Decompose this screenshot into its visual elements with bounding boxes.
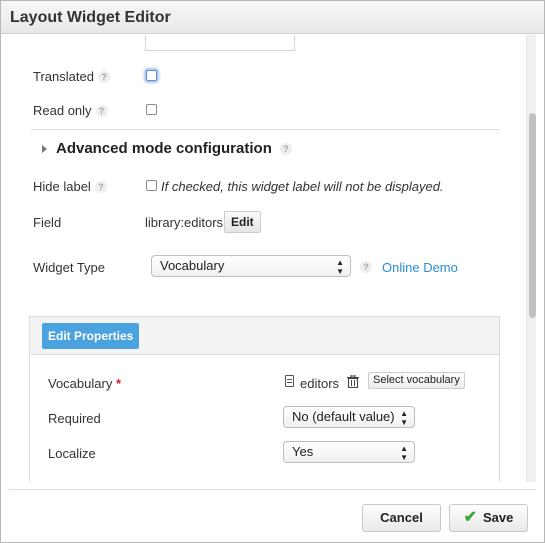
select-arrows-icon: ▲ ▼ <box>400 409 408 427</box>
readonly-label: Read only <box>33 103 92 118</box>
vocabulary-row: Vocabulary * <box>48 376 121 391</box>
localize-select[interactable]: Yes ▲ ▼ <box>283 441 415 463</box>
hide-label-checkbox[interactable] <box>146 180 157 191</box>
vocabulary-label: Vocabulary <box>48 376 113 391</box>
scrollbar-track[interactable] <box>526 35 536 482</box>
section-divider <box>31 129 500 130</box>
required-select-value: No (default value) <box>292 409 395 424</box>
translated-checkbox[interactable] <box>146 70 157 81</box>
localize-select-value: Yes <box>292 444 314 459</box>
properties-panel: Edit Properties Vocabulary * editors Sel… <box>29 316 500 482</box>
checkmark-icon: ✔ <box>463 509 478 526</box>
hide-label-hint: If checked, this widget label will not b… <box>161 179 444 194</box>
scrollbar-thumb[interactable] <box>529 113 536 318</box>
readonly-row: Read only? <box>33 103 108 118</box>
help-icon[interactable]: ? <box>94 181 107 193</box>
select-arrows-icon: ▲ ▼ <box>336 258 344 276</box>
cancel-button[interactable]: Cancel <box>362 504 441 532</box>
document-icon <box>285 375 294 387</box>
translated-label: Translated <box>33 69 94 84</box>
disclosure-triangle-icon[interactable] <box>42 145 47 153</box>
trash-icon[interactable] <box>347 375 359 388</box>
advanced-mode-title-text: Advanced mode configuration <box>56 140 272 157</box>
readonly-checkbox[interactable] <box>146 104 157 115</box>
dialog-title: Layout Widget Editor <box>10 9 171 26</box>
required-marker: * <box>115 376 122 391</box>
field-value: library:editors <box>145 215 224 230</box>
online-demo-link[interactable]: Online Demo <box>382 260 458 275</box>
help-icon[interactable]: ? <box>97 71 110 83</box>
field-label: Field <box>33 215 62 230</box>
required-label: Required <box>48 411 101 426</box>
dialog-body: Translated? Read only? Advanced mode con… <box>9 35 536 482</box>
field-edit-button[interactable]: Edit <box>224 211 261 233</box>
dialog-titlebar[interactable]: Layout Widget Editor <box>1 1 544 34</box>
widget-type-label: Widget Type <box>33 260 106 275</box>
save-button-label: Save <box>483 510 514 525</box>
help-icon[interactable]: ? <box>95 105 108 117</box>
translated-row: Translated? <box>33 69 110 84</box>
edit-properties-button[interactable]: Edit Properties <box>42 323 140 349</box>
save-button[interactable]: ✔ Save <box>449 504 528 532</box>
advanced-mode-title[interactable]: Advanced mode configuration? <box>56 140 292 157</box>
partial-text-input[interactable] <box>145 35 295 51</box>
help-icon[interactable]: ? <box>360 261 372 273</box>
select-arrows-icon: ▲ ▼ <box>400 444 408 462</box>
help-icon[interactable]: ? <box>279 143 292 155</box>
select-vocabulary-button[interactable]: Select vocabulary <box>368 372 465 389</box>
hide-label-row: Hide label? <box>33 179 107 194</box>
hide-label-label: Hide label <box>33 179 91 194</box>
properties-panel-header: Edit Properties <box>30 317 499 355</box>
vocabulary-value: editors <box>300 376 340 391</box>
widget-type-value: Vocabulary <box>160 258 225 273</box>
layout-widget-editor-dialog: Layout Widget Editor Translated? Read on… <box>0 0 545 543</box>
widget-type-select[interactable]: Vocabulary ▲ ▼ <box>151 255 351 277</box>
localize-label: Localize <box>48 446 96 461</box>
required-select[interactable]: No (default value) ▲ ▼ <box>283 406 415 428</box>
footer-divider <box>9 489 536 490</box>
